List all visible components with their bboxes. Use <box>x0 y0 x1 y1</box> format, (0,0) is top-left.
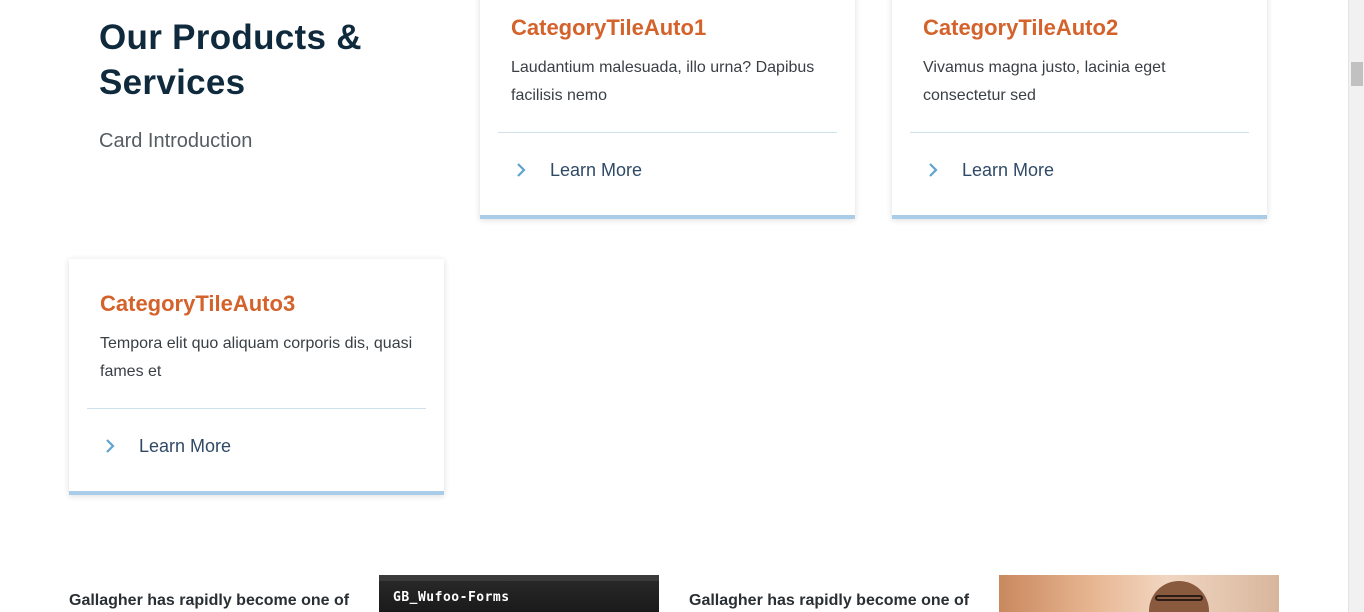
card-description: Vivamus magna justo, lacinia eget consec… <box>923 59 1166 104</box>
section-intro-text: Card Introduction <box>99 130 253 152</box>
learn-more-link[interactable]: Learn More <box>69 409 444 483</box>
card-title[interactable]: CategoryTileAuto1 <box>511 14 824 42</box>
person-glasses <box>1155 595 1203 601</box>
section-title: Our Products & Services <box>99 18 362 102</box>
card-title[interactable]: CategoryTileAuto2 <box>923 14 1236 42</box>
scrollbar-thumb[interactable] <box>1351 62 1363 86</box>
learn-more-link[interactable]: Learn More <box>480 133 855 207</box>
promo-text: Gallagher has rapidly become one of <box>689 592 970 609</box>
chevron-right-icon <box>929 163 938 177</box>
section-intro: Our Products & Services Card Introductio… <box>99 15 429 154</box>
learn-more-link[interactable]: Learn More <box>892 133 1267 207</box>
learn-more-label: Learn More <box>962 159 1055 180</box>
video-title: GB_Wufoo-Forms <box>393 590 510 605</box>
category-card-3: CategoryTileAuto3 Tempora elit quo aliqu… <box>69 259 444 495</box>
video-toolbar <box>379 575 659 581</box>
promo-photo <box>999 575 1279 612</box>
category-card-1: CategoryTileAuto1 Laudantium malesuada, … <box>480 0 855 219</box>
promo-text: Gallagher has rapidly become one of <box>69 592 350 609</box>
learn-more-label: Learn More <box>139 435 232 456</box>
learn-more-label: Learn More <box>550 159 643 180</box>
card-title[interactable]: CategoryTileAuto3 <box>100 290 413 318</box>
category-card-2: CategoryTileAuto2 Vivamus magna justo, l… <box>892 0 1267 219</box>
chevron-right-icon <box>517 163 526 177</box>
card-description: Laudantium malesuada, illo urna? Dapibus… <box>511 59 815 104</box>
vertical-scrollbar[interactable] <box>1348 0 1364 612</box>
card-description: Tempora elit quo aliquam corporis dis, q… <box>100 335 413 380</box>
video-thumbnail[interactable]: GB_Wufoo-Forms <box>379 575 659 612</box>
chevron-right-icon <box>106 439 115 453</box>
